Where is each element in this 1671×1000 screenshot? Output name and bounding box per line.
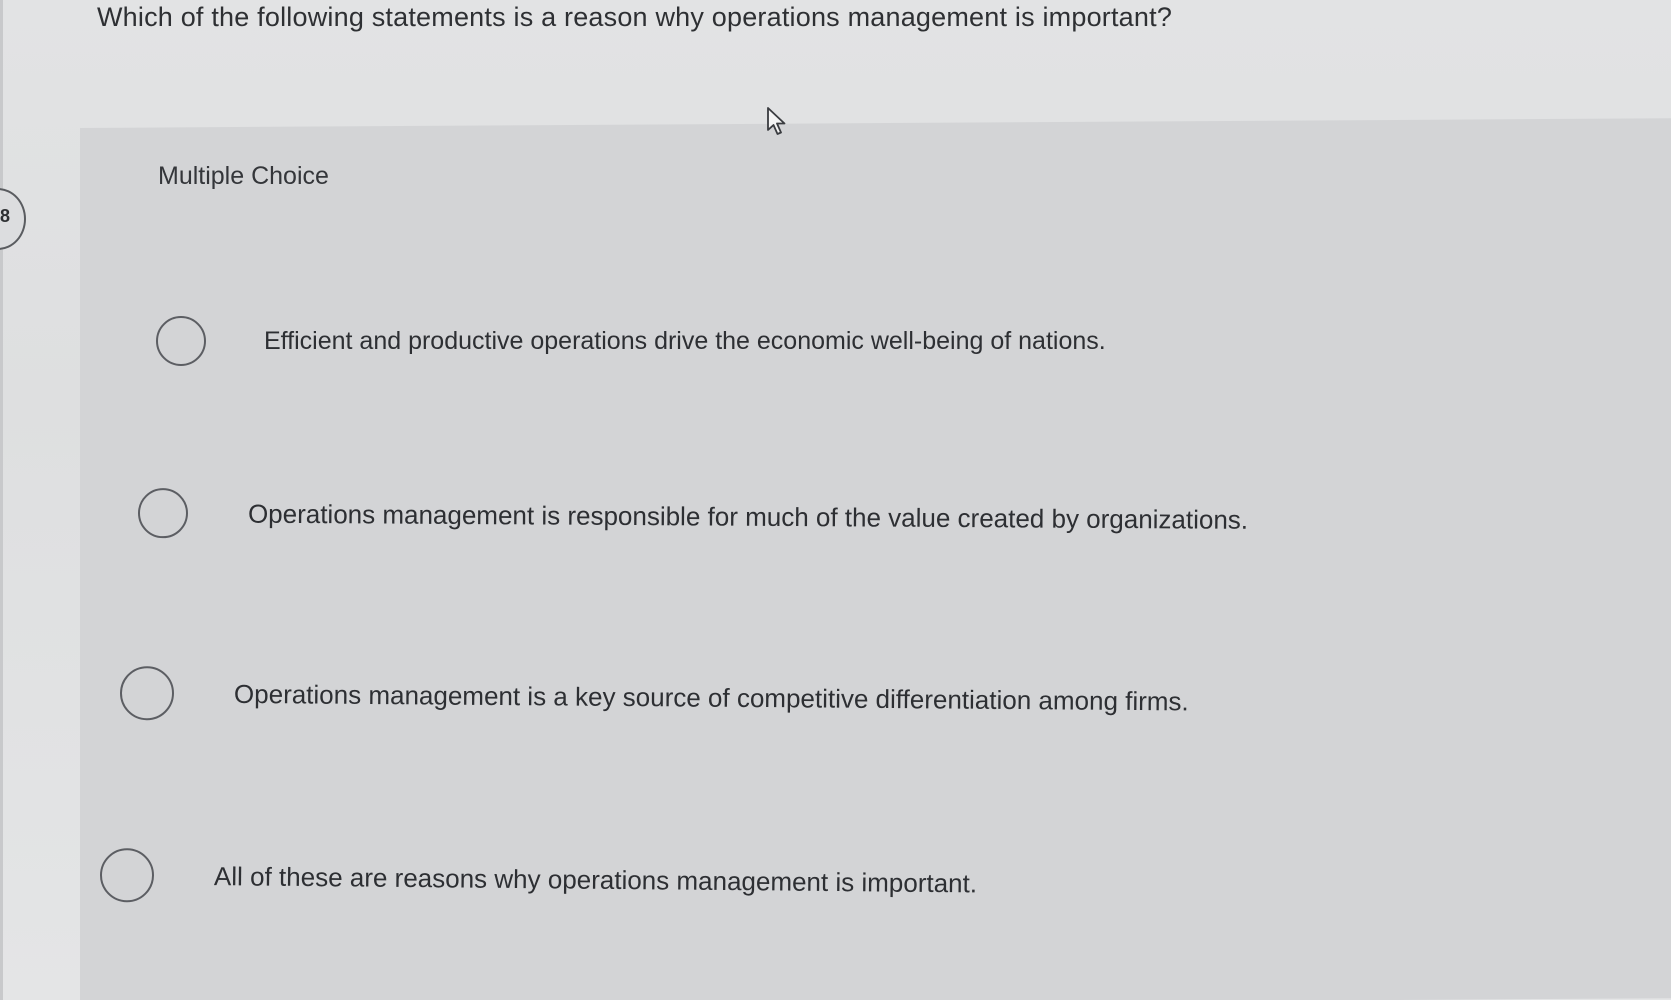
radio-button-4[interactable] [99, 848, 155, 903]
left-edge-divider [0, 0, 3, 1000]
answer-option-1-label[interactable]: Efficient and productive operations driv… [264, 327, 1106, 356]
quiz-page: Which of the following statements is a r… [0, 0, 1671, 1000]
answer-option-3[interactable]: Operations management is a key source of… [119, 666, 1189, 728]
radio-button-2[interactable] [137, 488, 189, 539]
question-number-label: 8 [0, 206, 11, 226]
radio-button-1[interactable] [156, 316, 206, 366]
answer-option-3-label[interactable]: Operations management is a key source of… [234, 678, 1189, 716]
question-text: Which of the following statements is a r… [97, 2, 1173, 32]
answer-option-1[interactable]: Efficient and productive operations driv… [156, 316, 1106, 366]
question-type-label: Multiple Choice [158, 162, 329, 190]
answer-option-4-label[interactable]: All of these are reasons why operations … [214, 861, 977, 899]
mouse-pointer-icon [767, 107, 786, 135]
answer-option-2-label[interactable]: Operations management is responsible for… [248, 498, 1248, 535]
answer-option-4[interactable]: All of these are reasons why operations … [99, 848, 978, 910]
radio-button-3[interactable] [119, 666, 175, 721]
answer-option-2[interactable]: Operations management is responsible for… [137, 488, 1248, 545]
